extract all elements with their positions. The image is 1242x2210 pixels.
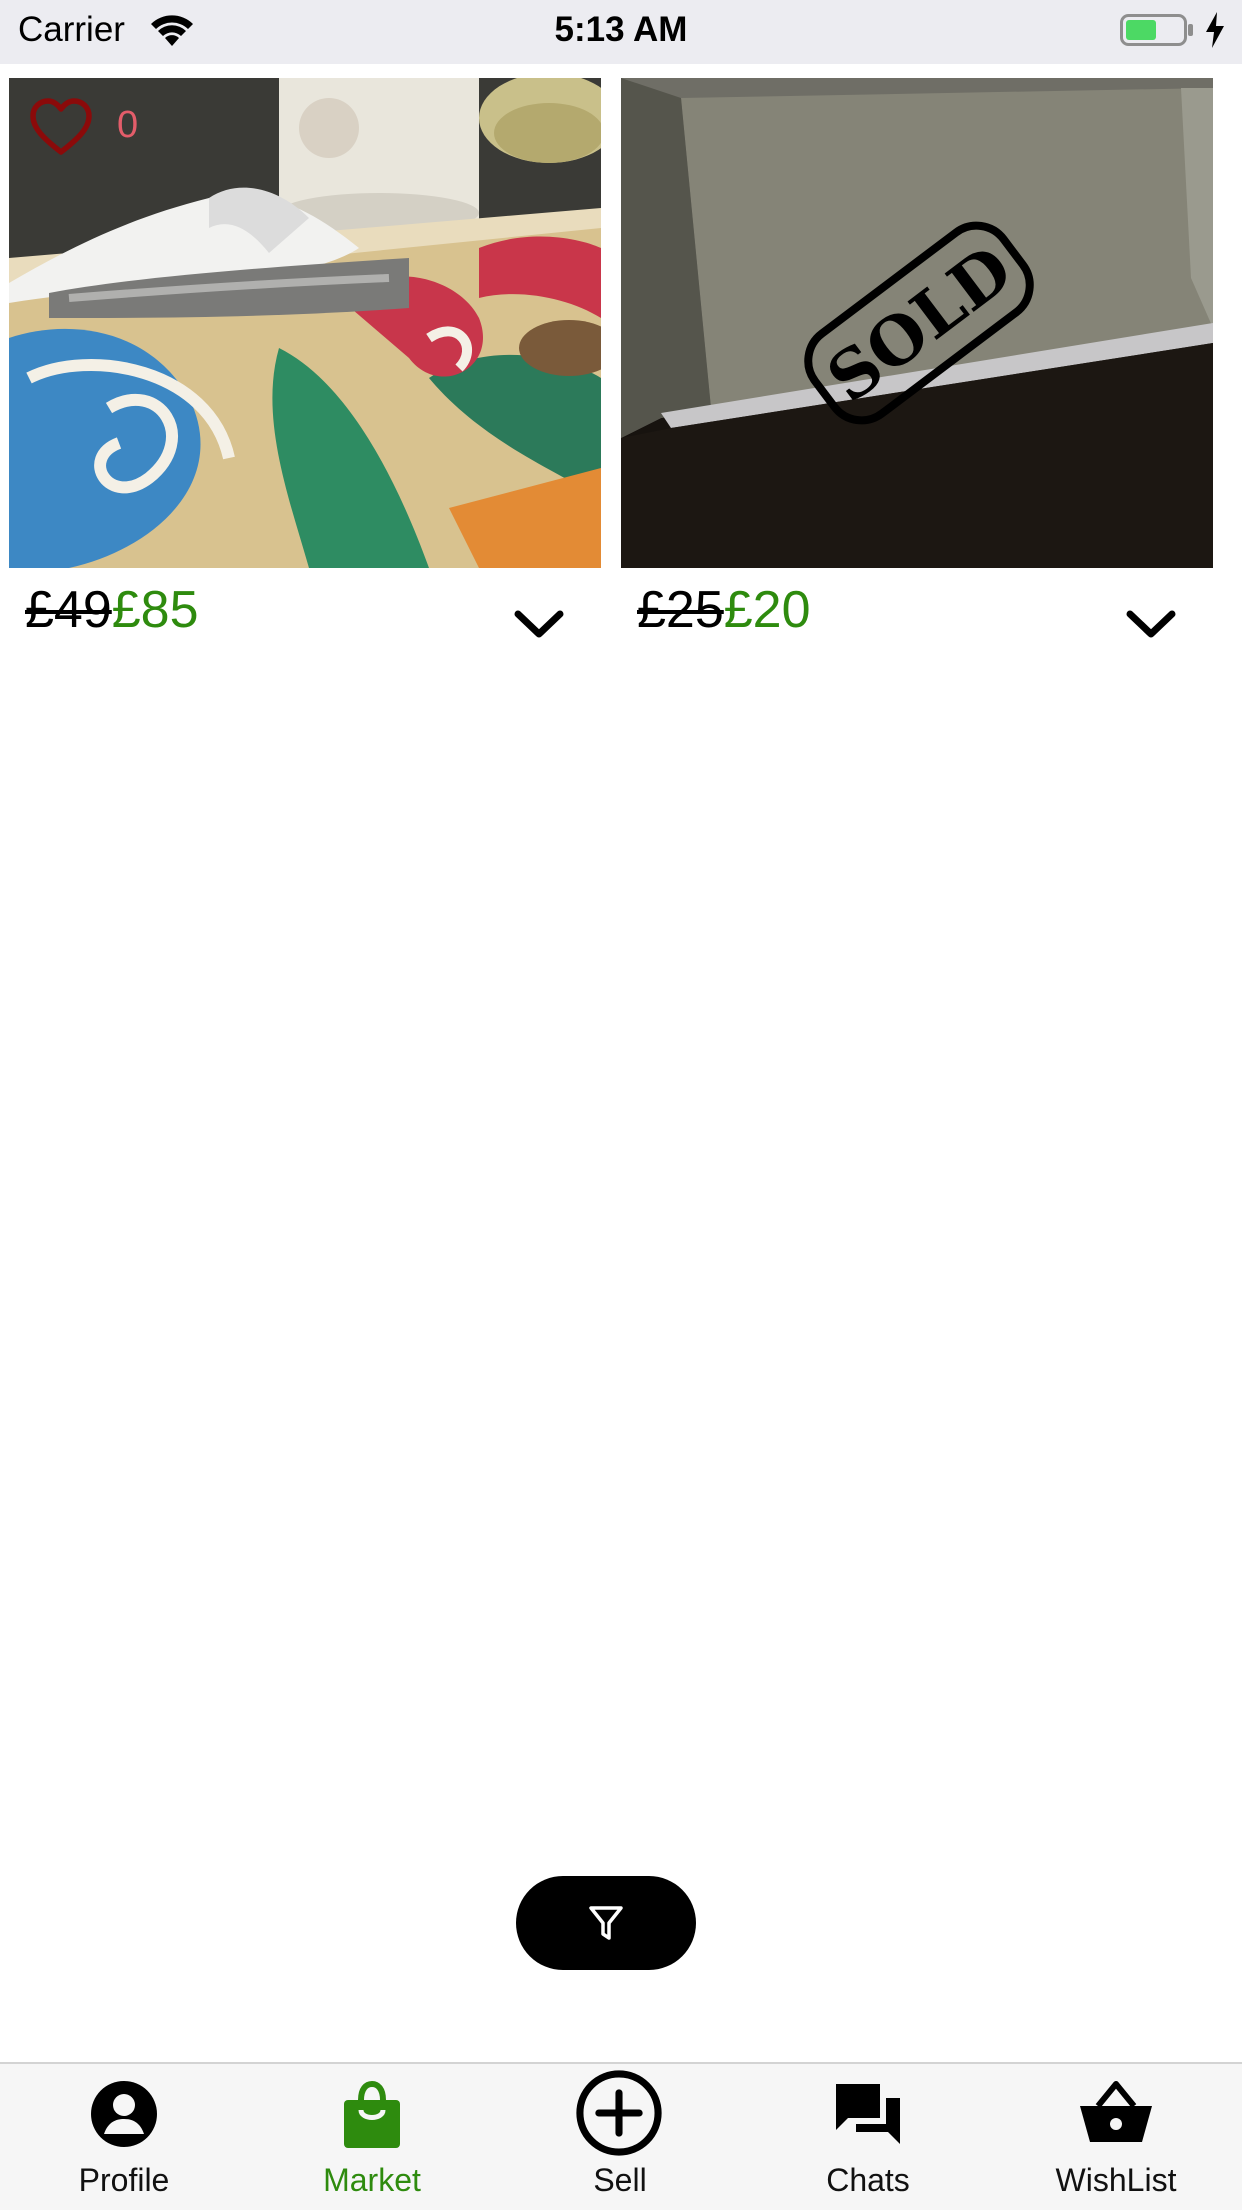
status-bar: Carrier 5:13 AM [0,0,1242,64]
product-card[interactable]: 0 £49£85 [9,78,601,678]
chevron-down-icon[interactable] [514,608,564,640]
filter-button[interactable] [516,1876,696,1970]
current-price: £85 [111,581,199,639]
tab-market[interactable]: Market [248,2064,496,2210]
current-price: £20 [723,581,811,639]
charging-icon [1206,12,1224,48]
filter-icon [589,1906,623,1940]
tab-label: Sell [593,2162,647,2198]
product-photo[interactable]: SOLD [621,78,1213,568]
shopping-bag-icon [344,2080,400,2148]
tab-wishlist[interactable]: WishList [992,2064,1240,2210]
tab-label: Market [323,2162,421,2198]
chat-bubbles-icon [836,2084,900,2144]
dark-item-photo: SOLD [621,78,1213,568]
basket-icon [1080,2081,1152,2142]
original-price: £49 [25,581,112,639]
like-count: 0 [117,104,139,146]
clock: 5:13 AM [554,10,688,49]
price-row: £25£20 [637,580,811,640]
product-card[interactable]: SOLD £25£20 [621,78,1213,678]
chevron-down-icon[interactable] [1126,608,1176,640]
tab-profile[interactable]: Profile [0,2064,248,2210]
original-price: £25 [637,581,724,639]
tab-label: Chats [826,2162,910,2198]
tab-label: Profile [78,2162,170,2198]
tab-bar: Profile Market Sell Chats WishList [0,2062,1242,2210]
profile-icon [91,2081,157,2147]
add-circle-icon [576,2070,662,2156]
tab-label: WishList [1055,2162,1177,2198]
tab-sell[interactable]: Sell [496,2064,744,2210]
product-photo[interactable]: 0 [9,78,601,568]
tab-chats[interactable]: Chats [744,2064,992,2210]
heart-icon[interactable] [29,98,93,158]
tissue-box-photo [9,78,601,568]
price-row: £49£85 [25,580,199,640]
battery-icon [1120,14,1193,46]
